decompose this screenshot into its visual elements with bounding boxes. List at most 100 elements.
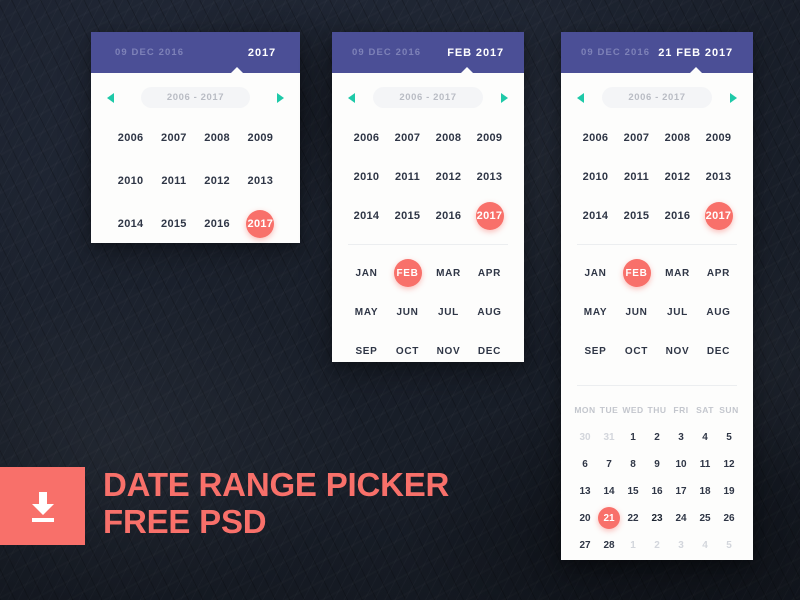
year-cell[interactable]: 2008 (664, 124, 692, 152)
day-cell[interactable]: 15 (622, 480, 644, 502)
month-cell-selected[interactable]: FEB (393, 259, 422, 287)
year-cell[interactable]: 2014 (353, 202, 381, 230)
month-cell[interactable]: AUG (705, 298, 733, 326)
day-cell[interactable]: 5 (718, 426, 740, 448)
day-cell[interactable]: 1 (622, 426, 644, 448)
year-cell[interactable]: 2012 (664, 163, 692, 191)
month-grid: JAN FEB MAR APR MAY JUN JUL AUG SEP OCT NOV DEC (561, 245, 753, 375)
day-cell-selected[interactable]: 21 (598, 507, 620, 529)
year-cell[interactable]: 2008 (203, 124, 231, 152)
day-cell[interactable]: 8 (622, 453, 644, 475)
day-cell[interactable]: 2 (646, 426, 668, 448)
triangle-left-icon[interactable] (107, 92, 114, 103)
year-cell[interactable]: 2011 (160, 167, 188, 195)
day-cell[interactable]: 10 (670, 453, 692, 475)
year-cell[interactable]: 2016 (664, 202, 692, 230)
year-cell[interactable]: 2010 (582, 163, 610, 191)
year-cell[interactable]: 2013 (476, 163, 504, 191)
year-cell[interactable]: 2011 (623, 163, 651, 191)
day-cell[interactable]: 16 (646, 480, 668, 502)
month-cell[interactable]: MAR (435, 259, 463, 287)
month-cell[interactable]: NOV (664, 337, 692, 365)
month-cell[interactable]: APR (705, 259, 733, 287)
year-cell[interactable]: 2011 (394, 163, 422, 191)
year-cell[interactable]: 2012 (203, 167, 231, 195)
year-cell[interactable]: 2009 (246, 124, 274, 152)
day-cell[interactable]: 17 (670, 480, 692, 502)
day-cell[interactable]: 25 (694, 507, 716, 529)
year-cell-selected[interactable]: 2017 (246, 210, 275, 238)
day-cell[interactable]: 22 (622, 507, 644, 529)
year-cell[interactable]: 2007 (160, 124, 188, 152)
day-cell[interactable]: 3 (670, 426, 692, 448)
year-cell-selected[interactable]: 2017 (704, 202, 733, 230)
month-cell[interactable]: AUG (476, 298, 504, 326)
year-cell[interactable]: 2012 (435, 163, 463, 191)
year-cell[interactable]: 2007 (394, 124, 422, 152)
year-range-label[interactable]: 2006 - 2017 (140, 87, 251, 108)
year-cell[interactable]: 2007 (623, 124, 651, 152)
day-cell[interactable]: 24 (670, 507, 692, 529)
day-cell[interactable]: 14 (598, 480, 620, 502)
month-cell[interactable]: MAY (582, 298, 610, 326)
day-cell[interactable]: 9 (646, 453, 668, 475)
day-cell[interactable]: 11 (694, 453, 716, 475)
download-button[interactable] (0, 467, 85, 545)
day-cell[interactable]: 4 (694, 426, 716, 448)
year-cell[interactable]: 2006 (117, 124, 145, 152)
month-cell[interactable]: MAY (353, 298, 381, 326)
month-cell[interactable]: JUN (623, 298, 651, 326)
month-cell[interactable]: JAN (582, 259, 610, 287)
month-cell[interactable]: NOV (435, 337, 463, 362)
day-cell[interactable]: 19 (718, 480, 740, 502)
year-cell[interactable]: 2006 (582, 124, 610, 152)
year-cell[interactable]: 2016 (435, 202, 463, 230)
triangle-right-icon[interactable] (730, 92, 737, 103)
year-cell-selected[interactable]: 2017 (475, 202, 504, 230)
month-cell[interactable]: MAR (664, 259, 692, 287)
month-cell[interactable]: DEC (476, 337, 504, 362)
day-cell[interactable]: 26 (718, 507, 740, 529)
year-cell[interactable]: 2015 (394, 202, 422, 230)
triangle-right-icon[interactable] (501, 92, 508, 103)
month-cell[interactable]: JUN (394, 298, 422, 326)
year-cell[interactable]: 2010 (117, 167, 145, 195)
month-cell[interactable]: OCT (394, 337, 422, 362)
day-cell[interactable]: 12 (718, 453, 740, 475)
year-cell[interactable]: 2014 (117, 210, 145, 238)
month-cell[interactable]: JAN (353, 259, 381, 287)
day-cell[interactable]: 27 (574, 534, 596, 556)
year-range-label[interactable]: 2006 - 2017 (373, 87, 483, 108)
month-cell[interactable]: SEP (582, 337, 610, 365)
year-cell[interactable]: 2015 (623, 202, 651, 230)
year-cell[interactable]: 2014 (582, 202, 610, 230)
month-cell-selected[interactable]: FEB (622, 259, 651, 287)
month-cell[interactable]: JUL (435, 298, 463, 326)
year-cell[interactable]: 2008 (435, 124, 463, 152)
year-cell[interactable]: 2015 (160, 210, 188, 238)
day-cell[interactable]: 13 (574, 480, 596, 502)
triangle-right-icon[interactable] (277, 92, 284, 103)
day-cell[interactable]: 28 (598, 534, 620, 556)
day-cell[interactable]: 7 (598, 453, 620, 475)
year-cell[interactable]: 2006 (353, 124, 381, 152)
year-cell[interactable]: 2009 (476, 124, 504, 152)
year-range-label[interactable]: 2006 - 2017 (602, 87, 712, 108)
day-cell-highlighted[interactable]: 23 (646, 507, 668, 529)
triangle-left-icon[interactable] (577, 92, 584, 103)
month-cell[interactable]: SEP (353, 337, 381, 362)
year-cell[interactable]: 2016 (203, 210, 231, 238)
year-cell[interactable]: 2013 (705, 163, 733, 191)
triangle-left-icon[interactable] (348, 92, 355, 103)
day-cell[interactable]: 6 (574, 453, 596, 475)
day-cell[interactable]: 20 (574, 507, 596, 529)
month-cell[interactable]: JUL (664, 298, 692, 326)
day-cell[interactable]: 18 (694, 480, 716, 502)
download-icon (31, 492, 54, 522)
month-cell[interactable]: APR (476, 259, 504, 287)
year-cell[interactable]: 2010 (353, 163, 381, 191)
month-cell[interactable]: OCT (623, 337, 651, 365)
month-cell[interactable]: DEC (705, 337, 733, 365)
year-cell[interactable]: 2013 (246, 167, 274, 195)
year-cell[interactable]: 2009 (705, 124, 733, 152)
